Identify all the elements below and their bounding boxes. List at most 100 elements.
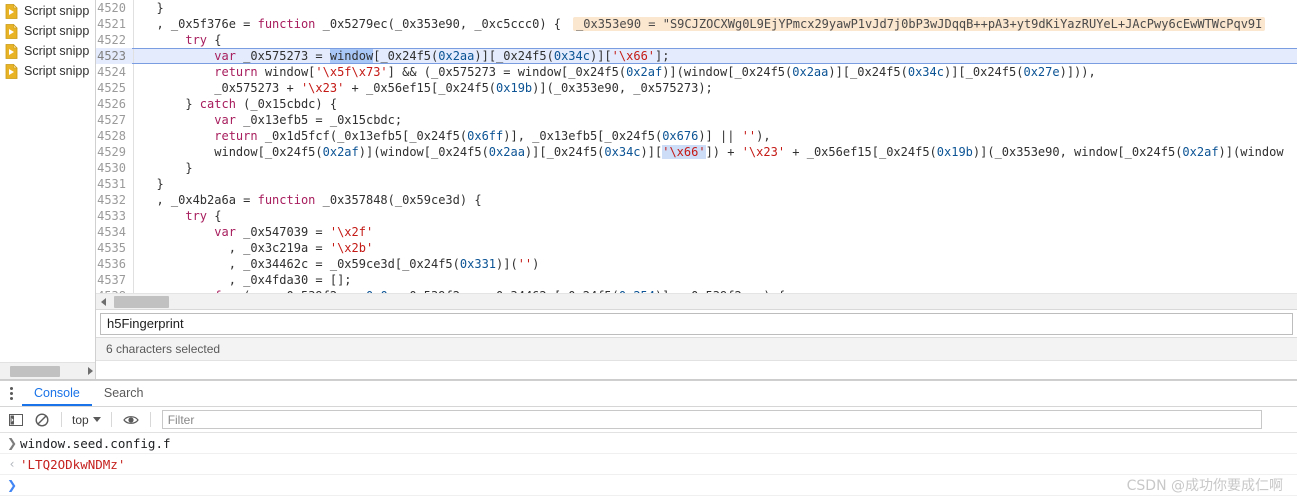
console-message[interactable]: ‹ 'LTQ2ODkwNDMz' (0, 454, 1297, 475)
line-number: 4524 (96, 64, 134, 80)
code-token: , _0x3c219a = (142, 241, 330, 255)
drawer-more-options-icon[interactable] (0, 381, 22, 406)
code-line-text[interactable]: try { (134, 208, 1297, 224)
console-message[interactable]: ❯ (0, 475, 1297, 496)
code-line-text[interactable]: , _0x4b2a6a = function _0x357848(_0x59ce… (134, 192, 1297, 208)
code-token: _0x5279ec(_0x353e90, _0xc5ccc0) { (315, 17, 562, 31)
console-input-marker-icon: ❯ (6, 436, 18, 450)
code-token: var (214, 113, 236, 127)
code-line-text[interactable]: return _0x1d5fcf(_0x13efb5[_0x24f5(0x6ff… (134, 128, 1297, 144)
code-line[interactable]: 4521 , _0x5f376e = function _0x5279ec(_0… (96, 16, 1297, 32)
editor-search-row (96, 309, 1297, 337)
scroll-left-arrow-icon[interactable] (101, 298, 106, 306)
code-token: )][_0x24f5( (828, 65, 908, 79)
code-line-text[interactable]: var _0x13efb5 = _0x15cbdc; (134, 112, 1297, 128)
live-expression-eye-icon[interactable] (119, 409, 143, 431)
code-line[interactable]: 4531 } (96, 176, 1297, 192)
code-token: ]; (655, 49, 670, 63)
snippet-list-item[interactable]: Script snipp (0, 21, 95, 41)
code-line-text[interactable]: var _0x547039 = '\x2f' (134, 224, 1297, 240)
line-number: 4522 (96, 32, 134, 48)
code-line[interactable]: 4537 , _0x4fda30 = []; (96, 272, 1297, 288)
code-token: 0x34c (553, 49, 590, 63)
code-line[interactable]: 4532 , _0x4b2a6a = function _0x357848(_0… (96, 192, 1297, 208)
code-token: )][_0x24f5( (943, 65, 1024, 79)
tab-search[interactable]: Search (92, 381, 156, 406)
snippet-list-item[interactable]: Script snipp (0, 61, 95, 81)
code-line[interactable]: 4526 } catch (_0x15cbdc) { (96, 96, 1297, 112)
console-message[interactable]: ❯ window.seed.config.f (0, 433, 1297, 454)
code-editor[interactable]: 4520 } 4521 , _0x5f376e = function _0x527… (96, 0, 1297, 293)
code-line[interactable]: 4524 return window['\x5f\x73'] && (_0x57… (96, 64, 1297, 80)
code-token: , _0x5f376e = (142, 17, 258, 31)
code-token: _0x13efb5 = _0x15cbdc; (235, 113, 403, 127)
code-token: '' (517, 257, 533, 271)
code-line[interactable]: 4529 window[_0x24f5(0x2af)](window[_0x24… (96, 144, 1297, 160)
sidebar-scrollbar-thumb[interactable] (10, 366, 60, 377)
code-line[interactable]: 4534 var _0x547039 = '\x2f' (96, 224, 1297, 240)
code-line[interactable]: 4530 } (96, 160, 1297, 176)
snippet-list-item[interactable]: Script snipp (0, 1, 95, 21)
code-token: 0x331 (459, 257, 497, 271)
execution-context-selector[interactable]: top (69, 413, 104, 427)
console-output[interactable]: ❯ window.seed.config.f ‹ 'LTQ2ODkwNDMz' ❯ (0, 433, 1297, 500)
sidebar-horizontal-scrollbar[interactable] (0, 362, 95, 379)
snippets-sidebar[interactable]: Script snipp Script snipp Script snipp Scri… (0, 0, 96, 379)
code-token: )][ (589, 49, 612, 63)
editor-filler (96, 360, 1297, 379)
code-line-text[interactable]: _0x575273 + '\x23' + _0x56ef15[_0x24f5(0… (134, 80, 1297, 96)
line-number: 4534 (96, 224, 134, 240)
editor-scrollbar-thumb[interactable] (114, 296, 169, 308)
code-line-text[interactable]: try { (134, 32, 1297, 48)
line-number: 4536 (96, 256, 134, 272)
code-token: return (214, 65, 258, 79)
code-line-text[interactable]: var _0x575273 = window[_0x24f5(0x2aa)][_… (134, 48, 1297, 64)
code-line[interactable]: 4522 try { (96, 32, 1297, 48)
tab-console[interactable]: Console (22, 381, 92, 406)
code-token: function (257, 17, 316, 31)
editor-horizontal-scrollbar[interactable] (96, 293, 1297, 309)
code-line[interactable]: 4525 _0x575273 + '\x23' + _0x56ef15[_0x2… (96, 80, 1297, 96)
code-line-text[interactable]: } (134, 0, 1297, 16)
code-line[interactable]: 4527 var _0x13efb5 = _0x15cbdc; (96, 112, 1297, 128)
line-number: 4530 (96, 160, 134, 176)
code-token: , _0x34462c = _0x59ce3d[_0x24f5( (142, 257, 460, 271)
console-filter-input[interactable] (161, 410, 1262, 429)
line-number: 4525 (96, 80, 134, 96)
code-line-text[interactable]: } (134, 160, 1297, 176)
code-token: )][ (640, 145, 663, 159)
snippet-item-label: Script snipp (24, 4, 90, 18)
code-line-text[interactable]: , _0x4fda30 = []; (134, 272, 1297, 288)
code-line-text[interactable]: , _0x5f376e = function _0x5279ec(_0x353e… (134, 16, 1297, 32)
code-token: )], _0x13efb5[_0x24f5( (503, 129, 663, 143)
snippet-list: Script snipp Script snipp Script snipp Scri… (0, 0, 95, 81)
code-line-text[interactable]: , _0x34462c = _0x59ce3d[_0x24f5(0x331)](… (134, 256, 1297, 272)
scroll-right-arrow-icon[interactable] (88, 367, 93, 375)
code-line-text[interactable]: } (134, 176, 1297, 192)
code-token: )] || (698, 129, 742, 143)
code-token: 0x6ff (467, 129, 504, 143)
code-line[interactable]: 4535 , _0x3c219a = '\x2b' (96, 240, 1297, 256)
code-token: _0x357848(_0x59ce3d) { (315, 193, 482, 207)
code-token: '\x66' (611, 49, 656, 63)
code-token: } (142, 177, 164, 191)
code-line[interactable]: 4528 return _0x1d5fcf(_0x13efb5[_0x24f5(… (96, 128, 1297, 144)
clear-console-icon[interactable] (30, 409, 54, 431)
code-line[interactable]: 4533 try { (96, 208, 1297, 224)
code-line-text[interactable]: , _0x3c219a = '\x2b' (134, 240, 1297, 256)
code-token: )](_0x353e90, _0x575273); (532, 81, 713, 95)
code-line-text[interactable]: window[_0x24f5(0x2af)](window[_0x24f5(0x… (134, 144, 1297, 160)
code-line[interactable]: 4523 var _0x575273 = window[_0x24f5(0x2a… (96, 48, 1297, 64)
snippet-list-item[interactable]: Script snipp (0, 41, 95, 61)
search-input[interactable] (100, 312, 1293, 335)
toolbar-divider (149, 412, 151, 427)
code-line[interactable]: 4520 } (96, 0, 1297, 16)
code-line-text[interactable]: return window['\x5f\x73'] && (_0x575273 … (134, 64, 1297, 80)
console-sidebar-toggle-icon[interactable] (4, 409, 28, 431)
code-line[interactable]: 4536 , _0x34462c = _0x59ce3d[_0x24f5(0x3… (96, 256, 1297, 272)
code-line-text[interactable]: } catch (_0x15cbdc) { (134, 96, 1297, 112)
